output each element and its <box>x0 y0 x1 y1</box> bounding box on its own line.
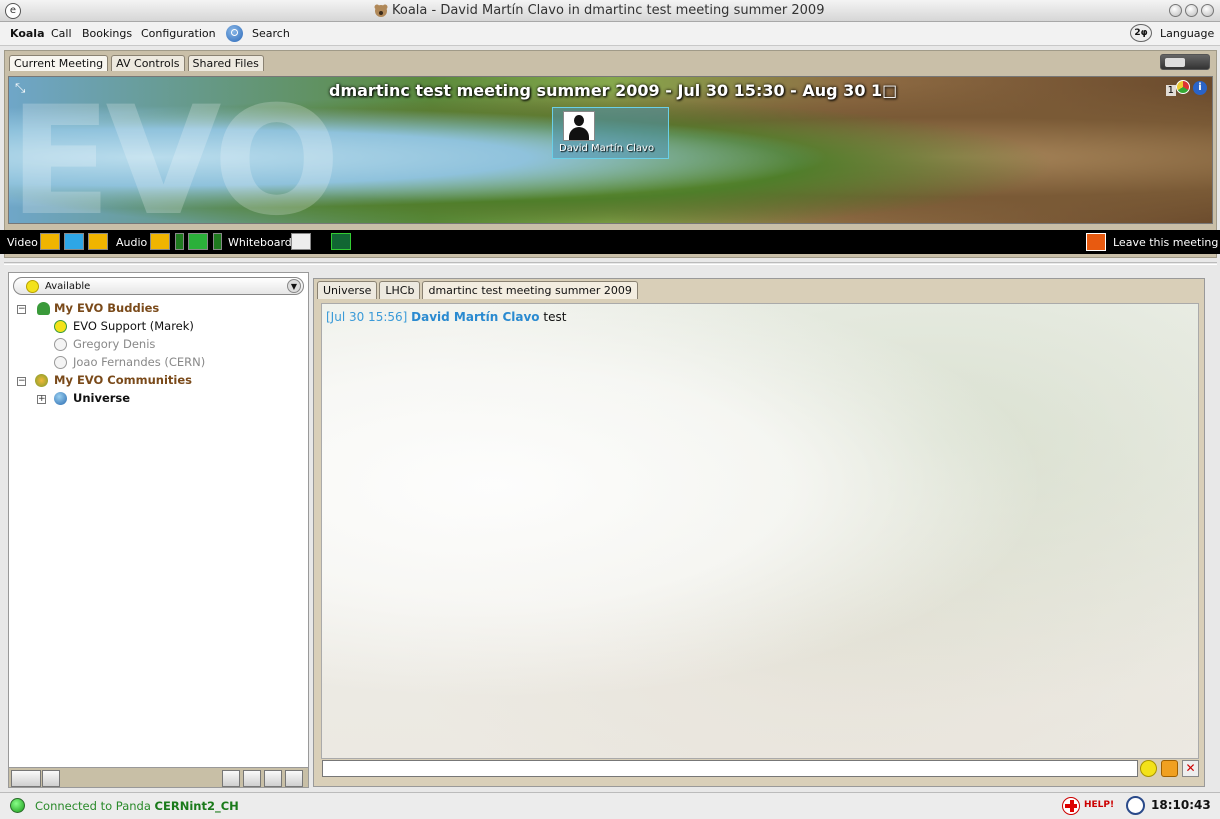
window-controls <box>1169 4 1214 17</box>
chevron-down-icon[interactable]: ▼ <box>287 279 301 293</box>
globe-icon <box>54 392 67 405</box>
chat-text: test <box>543 310 567 324</box>
chat-message: [Jul 30 15:56] David Martín Clavo test <box>326 310 566 324</box>
chat-panel: Universe LHCb dmartinc test meeting summ… <box>313 278 1205 787</box>
info-icon[interactable]: i <box>1193 81 1207 95</box>
clock-icon <box>1126 796 1145 815</box>
audio-label: Audio <box>116 236 148 249</box>
chat-history[interactable]: [Jul 30 15:56] David Martín Clavo test <box>321 303 1199 759</box>
connection-prefix: Connected to Panda <box>35 799 151 813</box>
avatar <box>563 111 595 141</box>
offline-status-icon <box>54 356 67 369</box>
participant-tile[interactable]: David Martín Clavo <box>552 107 669 159</box>
expand-universe-icon[interactable]: + <box>37 395 46 404</box>
person-icon <box>37 302 50 315</box>
menu-bar: Koala Call Bookings Configuration Search… <box>0 22 1220 46</box>
expand-icon[interactable]: ⤡ <box>15 81 29 96</box>
people-icon[interactable] <box>11 770 41 787</box>
leave-meeting-icon[interactable] <box>1086 233 1106 251</box>
video-label: Video <box>7 236 38 249</box>
tab-shared-files[interactable]: Shared Files <box>187 55 264 71</box>
whiteboard-icon[interactable] <box>291 233 311 250</box>
screen-off-icon[interactable] <box>88 233 108 250</box>
menu-call[interactable]: Call <box>51 27 72 40</box>
buddy-evo-support[interactable]: EVO Support (Marek) <box>73 319 194 333</box>
minimize-button[interactable] <box>1169 4 1182 17</box>
find-user-icon[interactable] <box>42 770 60 787</box>
clock-time: 18:10:43 <box>1151 798 1211 812</box>
meeting-tabs: Current Meeting AV Controls Shared Files <box>9 55 264 73</box>
online-status-icon <box>54 320 67 333</box>
contacts-panel: Available ▼ − My EVO Buddies EVO Support… <box>8 272 309 788</box>
menu-configuration[interactable]: Configuration <box>141 27 216 40</box>
menu-bookings[interactable]: Bookings <box>82 27 132 40</box>
chat-sender[interactable]: David Martín Clavo <box>411 310 539 324</box>
panel-toggle-switch[interactable] <box>1160 54 1210 70</box>
tab-meeting-chat[interactable]: dmartinc test meeting summer 2009 <box>422 281 638 299</box>
menu-language[interactable]: Language <box>1160 27 1214 40</box>
evo-watermark: EVO <box>9 76 340 224</box>
help-icon[interactable] <box>1062 797 1080 815</box>
offline-status-icon <box>54 338 67 351</box>
contacts-toolbar <box>9 767 308 787</box>
camera-icon[interactable] <box>40 233 60 250</box>
leave-meeting-button[interactable]: Leave this meeting <box>1113 236 1218 249</box>
chat-timestamp: [Jul 30 15:56] <box>326 310 408 324</box>
title-bar: e Koala - David Martín Clavo in dmartinc… <box>0 0 1220 22</box>
community-universe[interactable]: Universe <box>73 391 130 405</box>
tab-av-controls[interactable]: AV Controls <box>111 55 185 71</box>
chat-bubble-icon[interactable] <box>285 770 303 787</box>
status-bar: Connected to Panda CERNint2_CH HELP! 18:… <box>0 792 1220 819</box>
chat-input[interactable] <box>322 760 1138 777</box>
group-buddies[interactable]: My EVO Buddies <box>54 301 159 315</box>
search-icon[interactable] <box>226 25 243 42</box>
emoji-icon[interactable] <box>1140 760 1157 777</box>
language-icon[interactable]: 2φ <box>1130 24 1152 42</box>
collapse-buddies-icon[interactable]: − <box>17 305 26 314</box>
browser-icon[interactable] <box>1176 80 1190 94</box>
connection-status: Connected to Panda CERNint2_CH <box>35 799 239 813</box>
buddy-joao-fernandes[interactable]: Joao Fernandes (CERN) <box>73 355 205 369</box>
community-icon <box>35 374 48 387</box>
meeting-banner: EVO ⤡ dmartinc test meeting summer 2009 … <box>8 76 1213 224</box>
tab-lhcb[interactable]: LHCb <box>379 281 421 299</box>
panel-divider[interactable] <box>4 262 1217 265</box>
tab-universe[interactable]: Universe <box>317 281 378 299</box>
menu-koala[interactable]: Koala <box>10 27 45 40</box>
chat-tabs: Universe LHCb dmartinc test meeting summ… <box>317 281 638 299</box>
maximize-button[interactable] <box>1185 4 1198 17</box>
mic-level-icon <box>175 233 184 250</box>
whiteboard-label: Whiteboard <box>228 236 292 249</box>
connection-status-icon <box>10 798 25 813</box>
close-button[interactable] <box>1201 4 1214 17</box>
microphone-icon[interactable] <box>150 233 170 250</box>
participant-count: 1 <box>1165 85 1176 96</box>
status-value: Available <box>45 281 91 292</box>
profile-icon[interactable] <box>222 770 240 787</box>
smiley-icon <box>26 280 39 293</box>
clear-icon[interactable]: ✕ <box>1182 760 1199 777</box>
video-grid-icon[interactable] <box>64 233 84 250</box>
magnet-icon[interactable] <box>331 233 351 250</box>
buddy-gregory-denis[interactable]: Gregory Denis <box>73 337 155 351</box>
send-icon[interactable] <box>1161 760 1178 777</box>
speaker-icon[interactable] <box>188 233 208 250</box>
group-communities[interactable]: My EVO Communities <box>54 373 192 387</box>
add-contact-icon[interactable] <box>243 770 261 787</box>
meeting-panel: Current Meeting AV Controls Shared Files… <box>4 50 1217 258</box>
speaker-level-icon <box>213 233 222 250</box>
server-name: CERNint2_CH <box>154 799 239 813</box>
meeting-title: dmartinc test meeting summer 2009 - Jul … <box>329 81 898 100</box>
tab-current-meeting[interactable]: Current Meeting <box>9 55 109 71</box>
av-control-bar: Video Audio Whiteboard Leave this meetin… <box>0 230 1220 254</box>
status-dropdown[interactable]: Available ▼ <box>13 277 304 295</box>
document-icon[interactable] <box>264 770 282 787</box>
collapse-communities-icon[interactable]: − <box>17 377 26 386</box>
koala-icon <box>374 4 388 17</box>
menu-search[interactable]: Search <box>252 27 290 40</box>
app-menu-icon[interactable]: e <box>5 3 21 19</box>
window-title: Koala - David Martín Clavo in dmartinc t… <box>392 3 825 18</box>
help-button[interactable]: HELP! <box>1084 800 1114 810</box>
participant-name: David Martín Clavo <box>559 143 655 154</box>
